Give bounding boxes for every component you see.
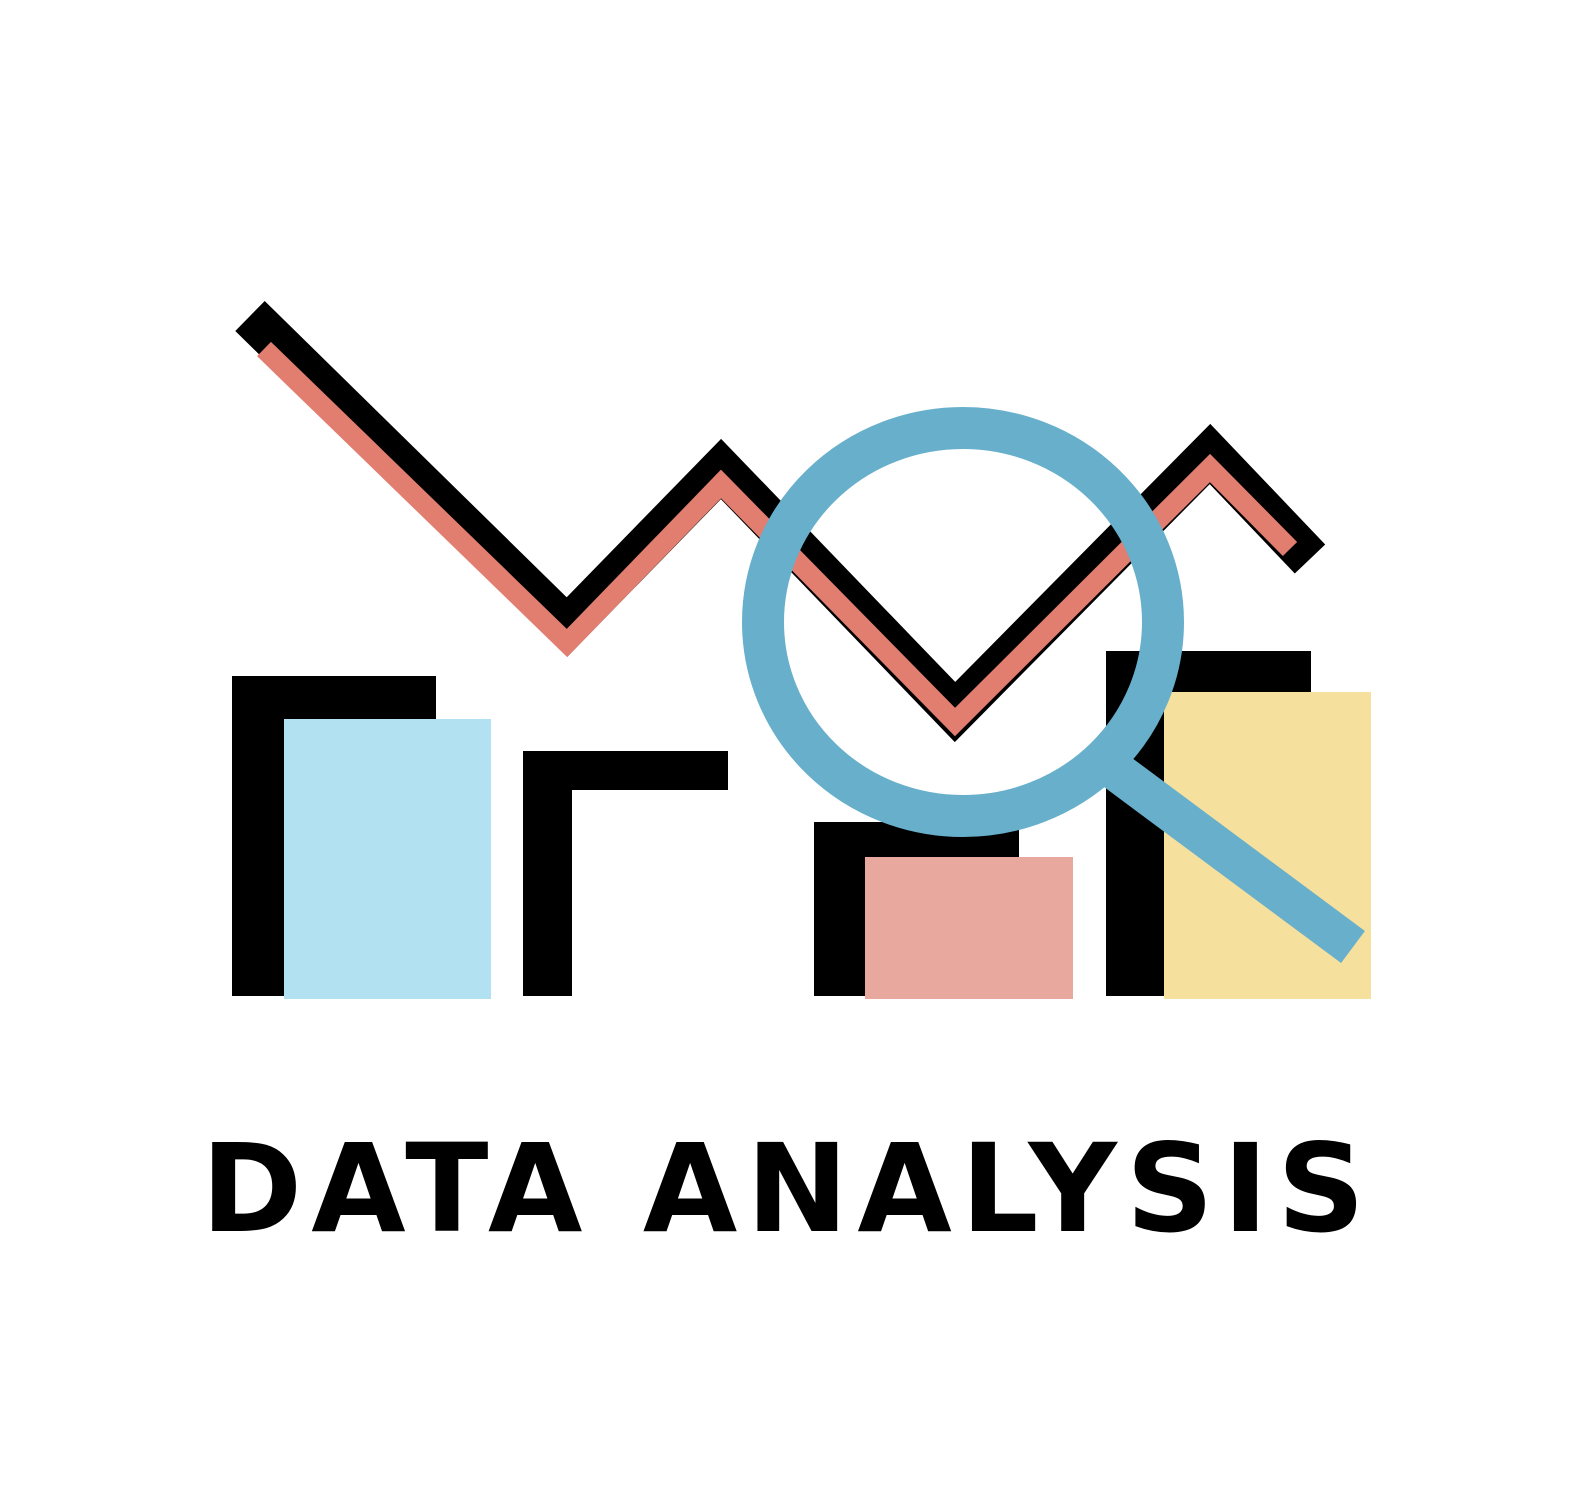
caption-title: DATA ANALYSIS	[200, 1118, 1374, 1260]
bar-2	[523, 751, 779, 999]
bar-1-fill	[284, 719, 491, 999]
bar-2-fill	[572, 790, 779, 999]
bar-3-fill	[865, 857, 1073, 999]
magnifier-lens	[742, 407, 1184, 837]
data-analysis-icon	[232, 301, 1371, 999]
bar-1	[232, 676, 491, 999]
bar-3	[814, 822, 1073, 999]
